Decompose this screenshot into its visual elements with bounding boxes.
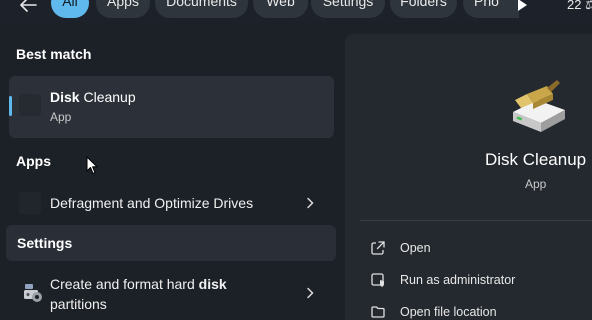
tab-all-label: All bbox=[62, 0, 78, 9]
settings-heading: Settings bbox=[17, 235, 73, 251]
tab-folders[interactable]: Folders bbox=[390, 0, 457, 18]
disk-cleanup-icon bbox=[513, 80, 565, 132]
result-defragment[interactable]: Defragment and Optimize Drives bbox=[9, 186, 334, 220]
label-part1: Create and format hard bbox=[50, 276, 199, 292]
tab-photos-label: Pho bbox=[474, 0, 499, 9]
action-open-file-location[interactable]: Open file location bbox=[370, 304, 590, 320]
best-match-title: Disk Cleanup bbox=[50, 89, 136, 105]
label-highlight: disk bbox=[198, 276, 227, 292]
open-external-icon bbox=[371, 241, 385, 255]
tab-documents-label: Documents bbox=[166, 0, 237, 9]
arrow-left-icon bbox=[20, 0, 37, 12]
action-run-as-administrator[interactable]: Run as administrator bbox=[370, 272, 590, 292]
more-filters-button[interactable] bbox=[516, 0, 528, 12]
best-match-title-highlight: Disk bbox=[50, 89, 80, 105]
tab-apps[interactable]: Apps bbox=[96, 0, 150, 18]
tab-documents[interactable]: Documents bbox=[155, 0, 248, 18]
result-create-format-partitions[interactable]: Create and format hard disk partitions bbox=[9, 268, 334, 320]
tab-all[interactable]: All bbox=[51, 0, 89, 18]
tab-settings[interactable]: Settings bbox=[311, 0, 385, 18]
defragment-icon bbox=[19, 192, 41, 214]
mouse-cursor-icon bbox=[86, 156, 98, 174]
tab-web-label: Web bbox=[266, 0, 295, 9]
best-match-heading: Best match bbox=[16, 46, 92, 62]
chevron-right-icon bbox=[307, 197, 314, 209]
best-match-subtitle: App bbox=[50, 110, 72, 124]
action-run-as-admin-label: Run as administrator bbox=[400, 273, 516, 287]
best-match-title-rest: Cleanup bbox=[79, 89, 136, 105]
selection-indicator bbox=[9, 96, 12, 116]
tab-settings-label: Settings bbox=[322, 0, 374, 9]
tab-folders-label: Folders bbox=[400, 0, 447, 9]
disk-settings-icon bbox=[24, 284, 42, 302]
apps-heading: Apps bbox=[16, 153, 51, 169]
detail-title: Disk Cleanup bbox=[485, 150, 587, 169]
shield-admin-icon bbox=[371, 273, 384, 287]
result-defragment-label: Defragment and Optimize Drives bbox=[50, 195, 254, 211]
tab-web[interactable]: Web bbox=[253, 0, 308, 18]
action-open[interactable]: Open bbox=[370, 240, 590, 260]
detail-pane: Disk Cleanup App Open Run as administrat… bbox=[345, 34, 592, 320]
back-button[interactable] bbox=[14, 0, 44, 16]
action-open-label: Open bbox=[400, 241, 431, 255]
tab-apps-label: Apps bbox=[107, 0, 139, 9]
result-create-format-label-line1: Create and format hard disk bbox=[50, 276, 227, 292]
play-icon bbox=[518, 0, 527, 11]
best-match-result[interactable]: Disk Cleanup App bbox=[9, 76, 334, 138]
detail-divider bbox=[360, 220, 592, 221]
disk-cleanup-small-icon bbox=[19, 94, 41, 116]
points-count: 22 ⚖ bbox=[567, 0, 592, 12]
result-create-format-label-line2: partitions bbox=[50, 296, 107, 312]
detail-subtitle: App bbox=[525, 177, 547, 191]
search-filter-bar: All Apps Documents Web Settings Folders … bbox=[0, 0, 592, 22]
folder-icon bbox=[371, 306, 385, 318]
action-open-file-location-label: Open file location bbox=[400, 305, 497, 319]
tab-photos[interactable]: Pho bbox=[463, 0, 519, 18]
settings-heading-band: Settings bbox=[6, 225, 336, 261]
chevron-right-icon bbox=[307, 287, 314, 299]
